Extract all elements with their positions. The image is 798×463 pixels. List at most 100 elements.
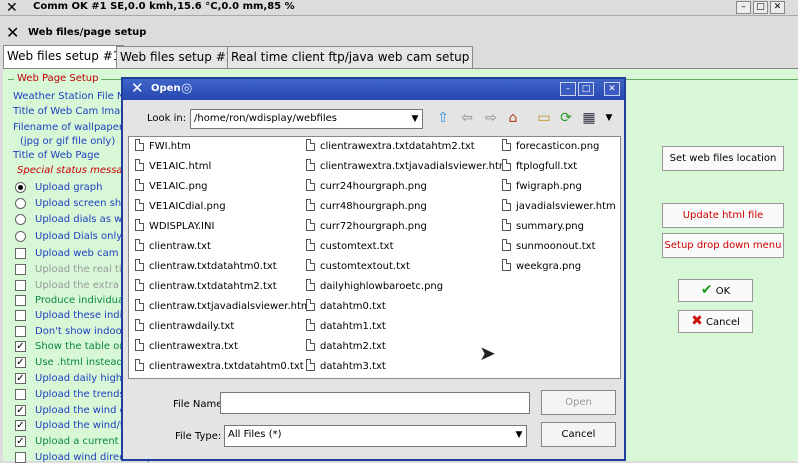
- view-dropdown-icon[interactable]: ▼: [599, 108, 619, 128]
- checkbox-checked[interactable]: ✓: [15, 341, 26, 352]
- file-column-1: FWI.htm VE1AIC.html VE1AIC.png VE1AICdial.p…: [135, 139, 311, 379]
- maximize-button[interactable]: □: [753, 1, 768, 14]
- refresh-icon[interactable]: ⟳: [556, 108, 576, 128]
- update-html-button[interactable]: Update html file: [662, 203, 784, 228]
- checkbox-checked[interactable]: ✓: [15, 373, 26, 384]
- checkbox[interactable]: [15, 326, 26, 337]
- file-item[interactable]: javadialsviewer.htm: [502, 199, 616, 219]
- file-item[interactable]: clientraw.txtjavadialsviewer.htm: [135, 299, 311, 319]
- file-item[interactable]: weekgra.png: [502, 259, 616, 279]
- setup-dropdown-menu-button[interactable]: Setup drop down menu: [662, 233, 784, 258]
- file-item[interactable]: clientrawextra.txtdatahtm2.txt: [306, 139, 509, 159]
- file-item[interactable]: customtext.txt: [306, 239, 509, 259]
- checkbox[interactable]: [15, 389, 26, 400]
- ok-button[interactable]: ✔ OK: [678, 279, 753, 302]
- file-icon: [502, 259, 511, 271]
- file-name: customtextout.txt: [320, 261, 410, 272]
- home-icon[interactable]: ⌂: [503, 108, 523, 128]
- checkbox-label: Upload daily high/lo: [35, 373, 135, 384]
- file-list[interactable]: FWI.htm VE1AIC.html VE1AIC.png VE1AICdial.p…: [128, 136, 621, 379]
- checkbox[interactable]: [15, 295, 26, 306]
- checkbox[interactable]: [15, 452, 26, 463]
- ok-label: OK: [715, 286, 731, 297]
- file-item[interactable]: summary.png: [502, 219, 616, 239]
- file-item[interactable]: clientraw.txt: [135, 239, 311, 259]
- tab-realtime-client[interactable]: Real time client ftp/java web cam setup: [227, 46, 474, 68]
- file-item[interactable]: VE1AIC.html: [135, 159, 311, 179]
- new-folder-icon[interactable]: ▭: [534, 108, 554, 128]
- file-item[interactable]: sunmoonout.txt: [502, 239, 616, 259]
- checkbox-checked[interactable]: ✓: [15, 357, 26, 368]
- file-icon: [306, 239, 315, 251]
- file-name: summary.png: [516, 221, 584, 232]
- file-item[interactable]: clientrawextra.txtjavadialsviewer.htm: [306, 159, 509, 179]
- set-web-files-location-button[interactable]: Set web files location: [662, 146, 784, 171]
- minimize-button[interactable]: –: [736, 1, 751, 14]
- file-item[interactable]: VE1AIC.png: [135, 179, 311, 199]
- back-icon[interactable]: ⇦: [457, 108, 477, 128]
- file-name: datahtm1.txt: [320, 321, 386, 332]
- file-item[interactable]: VE1AICdial.png: [135, 199, 311, 219]
- special-status-label: Special status message: [17, 165, 136, 176]
- file-icon: [502, 239, 511, 251]
- file-item[interactable]: datahtm1.txt: [306, 319, 509, 339]
- file-item[interactable]: curr72hourgraph.png: [306, 219, 509, 239]
- tab-web-files-2[interactable]: Web files setup #2: [116, 46, 238, 68]
- file-item[interactable]: fwigraph.png: [502, 179, 616, 199]
- dialog-maximize-button[interactable]: □: [578, 82, 594, 96]
- file-item[interactable]: clientraw.txtdatahtm2.txt: [135, 279, 311, 299]
- checkbox-checked[interactable]: ✓: [15, 405, 26, 416]
- upload-screenshot-radio[interactable]: [15, 198, 26, 209]
- file-item[interactable]: clientrawextra.txt: [135, 339, 311, 359]
- open-button[interactable]: Open: [541, 390, 616, 415]
- file-item[interactable]: FWI.htm: [135, 139, 311, 159]
- file-type-combo[interactable]: All Files (*) ▼: [224, 425, 527, 447]
- checkbox[interactable]: [15, 310, 26, 321]
- window-title: Comm OK #1 SE,0.0 kmh,15.6 °C,0.0 mm,85 …: [33, 1, 295, 12]
- file-name-input[interactable]: [220, 392, 530, 414]
- forward-icon[interactable]: ⇨: [481, 108, 501, 128]
- upload-dials-radio[interactable]: [15, 214, 26, 225]
- tab-web-files-1[interactable]: Web files setup #1: [3, 45, 125, 69]
- file-icon: [502, 199, 511, 211]
- chevron-down-icon: ▼: [411, 114, 419, 124]
- file-name: clientraw.txtdatahtm2.txt: [149, 281, 277, 292]
- checkbox[interactable]: [15, 264, 26, 275]
- file-item[interactable]: datahtm0.txt: [306, 299, 509, 319]
- file-column-3: forecasticon.png ftplogfull.txt fwigraph.p…: [502, 139, 616, 279]
- file-item[interactable]: clientraw.txtdatahtm0.txt: [135, 259, 311, 279]
- file-name: curr24hourgraph.png: [320, 181, 427, 192]
- file-item[interactable]: curr24hourgraph.png: [306, 179, 509, 199]
- file-item[interactable]: forecasticon.png: [502, 139, 616, 159]
- file-item[interactable]: curr48hourgraph.png: [306, 199, 509, 219]
- file-item[interactable]: WDISPLAY.INI: [135, 219, 311, 239]
- file-icon: [502, 159, 511, 171]
- checkbox-checked[interactable]: ✓: [15, 436, 26, 447]
- file-name: VE1AIC.html: [149, 161, 212, 172]
- close-button[interactable]: ✕: [770, 1, 785, 14]
- upload-graph-radio[interactable]: [15, 182, 26, 193]
- checkbox[interactable]: [15, 248, 26, 259]
- file-icon: [502, 139, 511, 151]
- file-icon: [306, 259, 315, 271]
- file-item[interactable]: dailyhighlowbaroetc.png: [306, 279, 509, 299]
- checkbox[interactable]: [15, 280, 26, 291]
- dialog-minimize-button[interactable]: –: [560, 82, 576, 96]
- dialog-close-button[interactable]: ✕: [604, 82, 620, 96]
- check-icon: ✔: [700, 282, 713, 298]
- file-name: fwigraph.png: [516, 181, 582, 192]
- upload-dials-only-radio[interactable]: [15, 231, 26, 242]
- file-item[interactable]: clientrawdaily.txt: [135, 319, 311, 339]
- look-in-combo[interactable]: /home/ron/wdisplay/webfiles ▼: [190, 109, 423, 129]
- dialog-title-bar[interactable]: ✕ Open ◎ – □ ✕: [123, 79, 624, 100]
- file-item[interactable]: clientrawextra.txtdatahtm0.txt: [135, 359, 311, 379]
- dialog-cancel-button[interactable]: Cancel: [541, 422, 616, 447]
- file-item[interactable]: ftplogfull.txt: [502, 159, 616, 179]
- checkbox-checked[interactable]: ✓: [15, 420, 26, 431]
- up-folder-icon[interactable]: ⇧: [433, 108, 453, 128]
- view-mode-icon[interactable]: ▦: [579, 108, 599, 128]
- open-dialog: ✕ Open ◎ – □ ✕ Look in: /home/ron/wdispl…: [121, 77, 626, 461]
- file-item[interactable]: customtextout.txt: [306, 259, 509, 279]
- file-icon: [135, 179, 144, 191]
- cancel-button[interactable]: ✖ Cancel: [678, 310, 753, 333]
